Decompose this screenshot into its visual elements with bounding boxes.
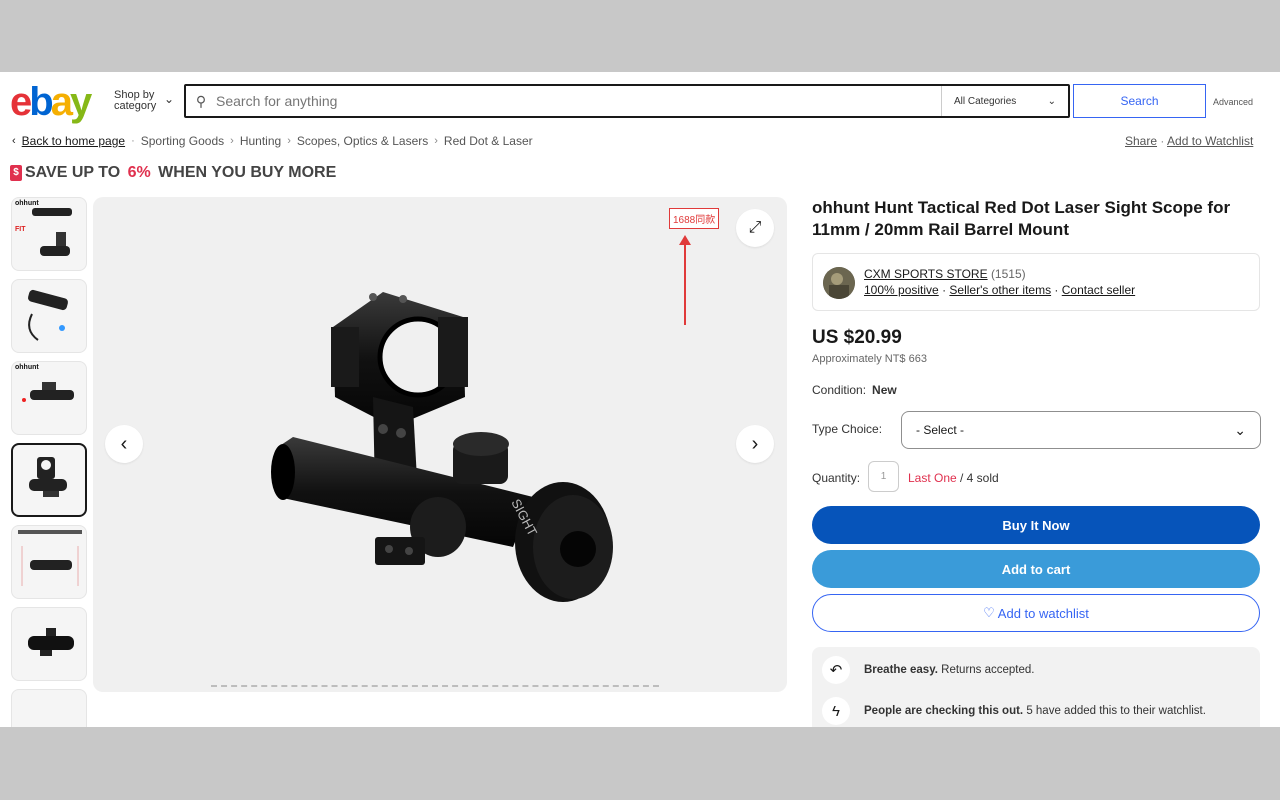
main-product-image[interactable]: SIGHT 1688同款 ⤢ ‹ › (93, 197, 787, 692)
ebay-logo[interactable]: ebay (10, 82, 92, 122)
advanced-search-link[interactable]: Advanced (1213, 97, 1253, 107)
quantity-row: Quantity: 1 Last One / 4 sold (812, 461, 1262, 493)
watchers-info: ϟ People are checking this out. 5 have a… (822, 697, 1206, 725)
product-thumbnail-image (28, 289, 68, 341)
share-actions: Share · Add to Watchlist (1125, 134, 1254, 148)
approx-price: Approximately NT$ 663 (812, 353, 927, 365)
return-arrow-icon: ↶ (822, 656, 850, 684)
add-to-cart-button[interactable]: Add to cart (812, 550, 1260, 588)
condition-value: New (872, 383, 897, 397)
product-title: ohhunt Hunt Tactical Red Dot Laser Sight… (812, 198, 1231, 239)
search-button[interactable]: Search (1073, 84, 1206, 118)
category-select[interactable]: All Categories ⌄ (941, 86, 1068, 116)
chevron-down-icon: ⌄ (164, 92, 175, 106)
image-scroll-indicator (211, 685, 659, 687)
shop-by-category-button[interactable]: Shop by category ⌄ (114, 90, 174, 112)
add-to-watchlist-button[interactable]: ♡ Add to watchlist (812, 594, 1260, 632)
thumbnail[interactable]: ohhunt (11, 361, 87, 435)
condition: Condition: New (812, 383, 897, 397)
thumbnail[interactable] (11, 607, 87, 681)
returns-info: ↶ Breathe easy. Returns accepted. (822, 656, 1034, 684)
chevron-left-icon: ‹ (120, 432, 128, 455)
type-choice-label: Type Choice: (812, 422, 883, 436)
seller-name-link[interactable]: CXM SPORTS STORE (864, 267, 988, 281)
chevron-left-icon: ‹ (12, 135, 16, 147)
search-input[interactable] (216, 93, 941, 109)
search-icon: ⚲ (195, 92, 207, 109)
ebay-listing-page: ebay Shop by category ⌄ ⚲ All Categories… (0, 72, 1280, 727)
seller-positive-link[interactable]: 100% positive (864, 283, 939, 297)
price: US $20.99 (812, 327, 902, 348)
category-label: category (114, 100, 157, 112)
seller-card: CXM SPORTS STORE (1515) 100% positive · … (812, 253, 1260, 311)
heart-icon: ♡ (983, 605, 995, 620)
buy-it-now-button[interactable]: Buy It Now (812, 506, 1260, 544)
chevron-right-icon: › (434, 135, 438, 147)
quantity-label: Quantity: (812, 471, 861, 485)
save-promo-banner: $ SAVE UP TO 6% WHEN YOU BUY MORE (10, 164, 336, 182)
share-link[interactable]: Share (1125, 134, 1157, 148)
previous-image-button[interactable]: ‹ (105, 425, 143, 463)
seller-feedback-count: (1515) (990, 267, 1026, 281)
breadcrumb: ‹ Back to home page · Sporting Goods › H… (12, 134, 533, 148)
thumbnail[interactable] (11, 279, 87, 353)
type-choice-select[interactable]: - Select - ⌄ (901, 411, 1261, 449)
annotation-arrow (684, 239, 686, 325)
breadcrumb-item[interactable]: Hunting (240, 134, 281, 148)
thumbnail-strip: ohhunt FIT ohhunt (11, 197, 87, 727)
seller-links: 100% positive · Seller's other items · C… (864, 283, 1136, 297)
breadcrumb-separator: · (131, 135, 135, 147)
type-choice-row: Type Choice: - Select - ⌄ (812, 411, 1262, 449)
thumbnail-selected[interactable] (11, 443, 87, 517)
expand-icon[interactable]: ⤢ (736, 209, 774, 247)
thumbnail[interactable] (11, 689, 87, 727)
thumbnail[interactable]: ohhunt FIT (11, 197, 87, 271)
back-to-home-link[interactable]: Back to home page (22, 134, 125, 148)
product-thumbnail-image (28, 628, 74, 656)
breadcrumb-item[interactable]: Scopes, Optics & Lasers (297, 134, 428, 148)
product-thumbnail-image (18, 530, 82, 586)
seller-avatar[interactable] (823, 267, 855, 299)
breadcrumb-item[interactable]: Red Dot & Laser (444, 134, 533, 148)
lightning-icon: ϟ (822, 697, 850, 725)
chevron-right-icon: › (751, 432, 759, 455)
1688-badge[interactable]: 1688同款 (669, 208, 720, 229)
chevron-right-icon: › (287, 135, 291, 147)
price-tag-icon: $ (10, 165, 22, 181)
product-thumbnail-image (32, 208, 72, 256)
seller-other-items-link[interactable]: Seller's other items (949, 283, 1051, 297)
info-panel: ↶ Breathe easy. Returns accepted. ϟ Peop… (812, 647, 1260, 727)
last-one-label: Last One (908, 471, 957, 485)
quantity-input[interactable]: 1 (868, 461, 899, 492)
chevron-down-icon: ⌄ (1047, 95, 1056, 107)
product-thumbnail-image (29, 457, 67, 497)
chevron-right-icon: › (230, 135, 234, 147)
thumbnail[interactable] (11, 525, 87, 599)
breadcrumb-item[interactable]: Sporting Goods (141, 134, 224, 148)
next-image-button[interactable]: › (736, 425, 774, 463)
chevron-down-icon: ⌄ (1234, 421, 1246, 438)
sold-count: / 4 sold (960, 471, 999, 485)
search-bar: ⚲ All Categories ⌄ (184, 84, 1070, 118)
product-thumbnail-image (22, 382, 74, 402)
add-to-watchlist-link[interactable]: Add to Watchlist (1167, 134, 1253, 148)
product-details: ohhunt Hunt Tactical Red Dot Laser Sight… (812, 197, 1262, 727)
laser-sight-product-photo: SIGHT (271, 292, 613, 602)
contact-seller-link[interactable]: Contact seller (1062, 283, 1135, 297)
seller-name: CXM SPORTS STORE (1515) (864, 267, 1026, 281)
